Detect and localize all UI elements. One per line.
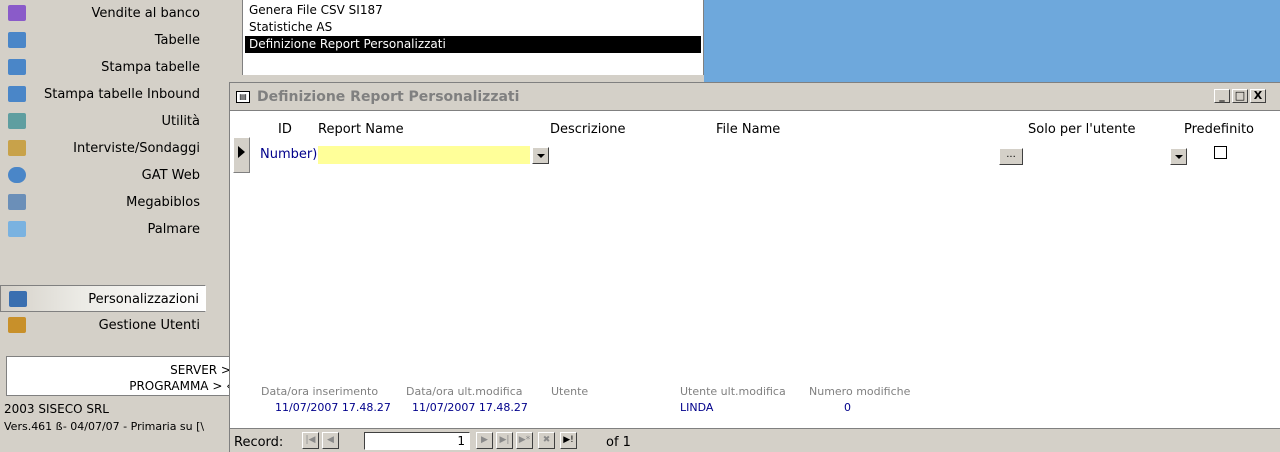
survey-icon: [8, 140, 26, 156]
menu-item-tabelle[interactable]: Tabelle: [0, 27, 206, 54]
menu-item-label: Utilità: [161, 114, 200, 129]
header-predefinito: Predefinito: [1184, 122, 1255, 137]
numero-modifiche-label: Numero modifiche: [809, 385, 911, 398]
menu-item-gat-web[interactable]: GAT Web: [0, 162, 206, 189]
submenu-item-genera-csv[interactable]: Genera File CSV SI187: [245, 2, 701, 19]
window-titlebar[interactable]: ▤ Definizione Report Personalizzati _ □ …: [230, 83, 1280, 111]
header-report-name: Report Name: [318, 122, 404, 137]
menu-item-label: Palmare: [147, 222, 200, 237]
header-solo-utente: Solo per l'utente: [1028, 122, 1136, 137]
last-filtered-record-button[interactable]: ▶!: [560, 432, 577, 449]
window-title: Definizione Report Personalizzati: [257, 89, 520, 105]
table-icon: [8, 32, 26, 48]
current-record-arrow-icon: [238, 146, 245, 158]
program-line: PROGRAMMA > ‹: [129, 379, 231, 393]
utente-label: Utente: [551, 385, 589, 398]
menu-item-stampa-tabelle[interactable]: Stampa tabelle: [0, 54, 206, 81]
file-browse-button[interactable]: ...: [999, 148, 1023, 165]
maximize-button[interactable]: □: [1232, 89, 1248, 103]
header-id: ID: [278, 122, 292, 137]
menu-item-label: Tabelle: [154, 33, 200, 48]
data-modifica-label: Data/ora ult.modifica: [406, 385, 523, 398]
submenu-item-statistiche-as[interactable]: Statistiche AS: [245, 19, 701, 36]
record-selector[interactable]: [233, 137, 250, 173]
data-inserimento-label: Data/ora inserimento: [261, 385, 379, 398]
header-descrizione: Descrizione: [550, 122, 626, 137]
menu-item-label: Personalizzazioni: [88, 292, 199, 307]
report-name-input[interactable]: [318, 146, 530, 164]
menu-item-label: Vendite al banco: [91, 6, 200, 21]
menu-item-label: Gestione Utenti: [98, 318, 200, 333]
current-record-field[interactable]: 1: [364, 432, 470, 450]
handheld-icon: [8, 221, 26, 237]
previous-record-button[interactable]: ◀: [322, 432, 339, 449]
data-modifica-value: 11/07/2007 17.48.27: [412, 401, 528, 414]
form-icon: ▤: [236, 91, 250, 103]
menu-item-label: Stampa tabelle Inbound: [43, 87, 200, 102]
menu-item-utilita[interactable]: Utilità: [0, 108, 206, 135]
header-file-name: File Name: [716, 122, 781, 137]
menu-item-interviste-sondaggi[interactable]: Interviste/Sondaggi: [0, 135, 206, 162]
desktop-background: [704, 0, 1280, 82]
report-definition-window: ▤ Definizione Report Personalizzati _ □ …: [229, 82, 1280, 452]
menu-item-label: GAT Web: [141, 168, 200, 183]
server-line: SERVER >: [170, 363, 231, 377]
menu-item-palmare[interactable]: Palmare: [0, 216, 206, 243]
menu-item-label: Interviste/Sondaggi: [73, 141, 200, 156]
users-icon: [8, 317, 26, 333]
descrizione-dropdown-button[interactable]: [532, 147, 549, 164]
copyright-text: 2003 SISECO SRL: [4, 402, 109, 416]
utente-modifica-value: LINDA: [680, 401, 714, 414]
version-text: Vers.461 ß- 04/07/07 - Primaria su [\: [4, 420, 205, 433]
print-table-icon: [8, 59, 26, 75]
utente-modifica-label: Utente ult.modifica: [680, 385, 786, 398]
menu-item-gestione-utenti[interactable]: Gestione Utenti: [0, 312, 206, 339]
record-navigator: Record: |◀ ◀ 1 ▶ ▶| ▶* ✖ ▶! of 1: [230, 428, 1280, 452]
chevron-down-icon: [1175, 155, 1183, 159]
next-record-button[interactable]: ▶: [476, 432, 493, 449]
delete-record-button[interactable]: ✖: [538, 432, 555, 449]
server-info-box: SERVER > PROGRAMMA > ‹: [6, 356, 232, 396]
submenu-list: Genera File CSV SI187 Statistiche AS Def…: [242, 0, 704, 75]
data-inserimento-value: 11/07/2007 17.48.27: [275, 401, 391, 414]
menu-item-stampa-tabelle-inbound[interactable]: Stampa tabelle Inbound: [0, 81, 206, 108]
record-count: of 1: [606, 435, 631, 450]
cash-register-icon: [8, 5, 26, 21]
close-button[interactable]: X: [1250, 89, 1266, 103]
submenu-item-definizione-report[interactable]: Definizione Report Personalizzati: [245, 36, 701, 53]
first-record-button[interactable]: |◀: [302, 432, 319, 449]
menu-item-personalizzazioni[interactable]: Personalizzazioni: [0, 285, 206, 312]
id-value: Number): [260, 147, 318, 162]
record-label: Record:: [234, 435, 284, 450]
new-record-button[interactable]: ▶*: [516, 432, 533, 449]
menu-item-label: Stampa tabelle: [101, 60, 200, 75]
numero-modifiche-value: 0: [844, 401, 851, 414]
tools-icon: [8, 113, 26, 129]
predefinito-checkbox[interactable]: [1214, 146, 1227, 159]
minimize-button[interactable]: _: [1214, 89, 1230, 103]
chevron-down-icon: [537, 154, 545, 158]
main-menu-panel: Vendite al banco Tabelle Stampa tabelle …: [0, 0, 232, 452]
utente-dropdown-button[interactable]: [1170, 148, 1187, 165]
menu-item-megabiblos[interactable]: Megabiblos: [0, 189, 206, 216]
menu-item-label: Megabiblos: [126, 195, 200, 210]
customize-icon: [9, 291, 27, 307]
print-inbound-icon: [8, 86, 26, 102]
globe-icon: [8, 167, 26, 183]
menu-item-vendite-al-banco[interactable]: Vendite al banco: [0, 0, 206, 27]
books-icon: [8, 194, 26, 210]
app-root: Vendite al banco Tabelle Stampa tabelle …: [0, 0, 1280, 452]
last-record-button[interactable]: ▶|: [496, 432, 513, 449]
